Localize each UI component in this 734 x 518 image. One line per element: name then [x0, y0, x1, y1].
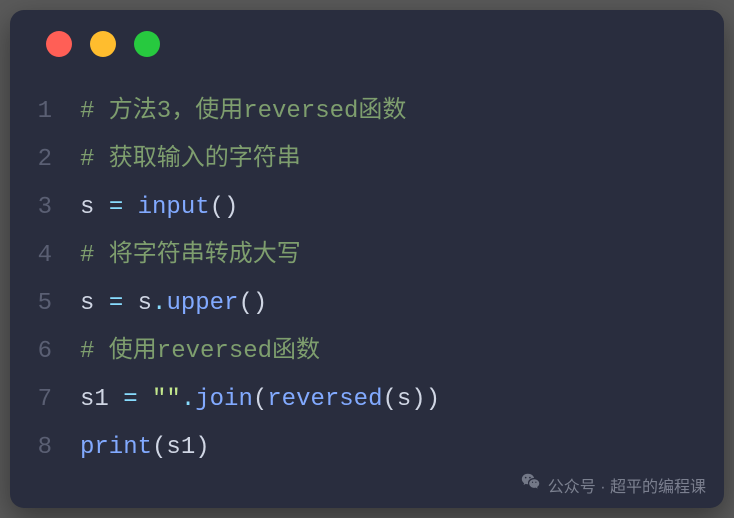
- token-operator: .: [181, 386, 195, 413]
- watermark: 公众号 · 超平的编程课: [520, 471, 706, 498]
- token-default: s1: [80, 386, 123, 413]
- code-content: # 将字符串转成大写: [80, 232, 724, 280]
- token-paren: (: [253, 386, 267, 413]
- code-content: # 使用reversed函数: [80, 328, 724, 376]
- line-number: 7: [10, 376, 80, 424]
- token-default: s1: [166, 434, 195, 461]
- token-operator: =: [109, 290, 123, 317]
- code-line: 8print(s1): [10, 424, 724, 472]
- code-window: 1# 方法3，使用reversed函数2# 获取输入的字符串3s = input…: [10, 10, 724, 508]
- code-content: s1 = "".join(reversed(s)): [80, 376, 724, 424]
- token-string: "": [152, 386, 181, 413]
- code-line: 4# 将字符串转成大写: [10, 232, 724, 280]
- line-number: 3: [10, 184, 80, 232]
- code-content: # 获取输入的字符串: [80, 136, 724, 184]
- code-content: # 方法3，使用reversed函数: [80, 88, 724, 136]
- watermark-text: 公众号 · 超平的编程课: [548, 473, 706, 497]
- token-default: s: [80, 290, 109, 317]
- token-paren: (: [152, 434, 166, 461]
- code-line: 6# 使用reversed函数: [10, 328, 724, 376]
- code-content: s = input(): [80, 184, 724, 232]
- code-line: 3s = input(): [10, 184, 724, 232]
- line-number: 5: [10, 280, 80, 328]
- token-comment: # 方法3，使用reversed函数: [80, 98, 406, 125]
- wechat-icon: [520, 471, 542, 498]
- line-number: 1: [10, 88, 80, 136]
- token-default: s: [123, 290, 152, 317]
- minimize-icon[interactable]: [90, 31, 116, 57]
- token-func: upper: [166, 290, 238, 317]
- token-operator: =: [109, 194, 123, 221]
- token-comment: # 使用reversed函数: [80, 338, 320, 365]
- code-content: print(s1): [80, 424, 724, 472]
- token-paren: )): [411, 386, 440, 413]
- close-icon[interactable]: [46, 31, 72, 57]
- code-line: 5s = s.upper(): [10, 280, 724, 328]
- code-content: s = s.upper(): [80, 280, 724, 328]
- token-func: input: [138, 194, 210, 221]
- token-func: reversed: [267, 386, 382, 413]
- token-paren: (: [382, 386, 396, 413]
- line-number: 4: [10, 232, 80, 280]
- code-line: 1# 方法3，使用reversed函数: [10, 88, 724, 136]
- code-editor: 1# 方法3，使用reversed函数2# 获取输入的字符串3s = input…: [10, 78, 724, 472]
- token-comment: # 获取输入的字符串: [80, 146, 301, 173]
- line-number: 8: [10, 424, 80, 472]
- token-default: [138, 386, 152, 413]
- window-titlebar: [10, 10, 724, 78]
- token-paren: ): [195, 434, 209, 461]
- token-func: join: [195, 386, 253, 413]
- token-default: s: [397, 386, 411, 413]
- token-func: print: [80, 434, 152, 461]
- maximize-icon[interactable]: [134, 31, 160, 57]
- token-paren: (): [210, 194, 239, 221]
- token-paren: (): [238, 290, 267, 317]
- token-comment: # 将字符串转成大写: [80, 242, 301, 269]
- token-default: [123, 194, 137, 221]
- line-number: 2: [10, 136, 80, 184]
- code-line: 2# 获取输入的字符串: [10, 136, 724, 184]
- token-default: s: [80, 194, 109, 221]
- token-operator: .: [152, 290, 166, 317]
- code-line: 7s1 = "".join(reversed(s)): [10, 376, 724, 424]
- line-number: 6: [10, 328, 80, 376]
- token-operator: =: [123, 386, 137, 413]
